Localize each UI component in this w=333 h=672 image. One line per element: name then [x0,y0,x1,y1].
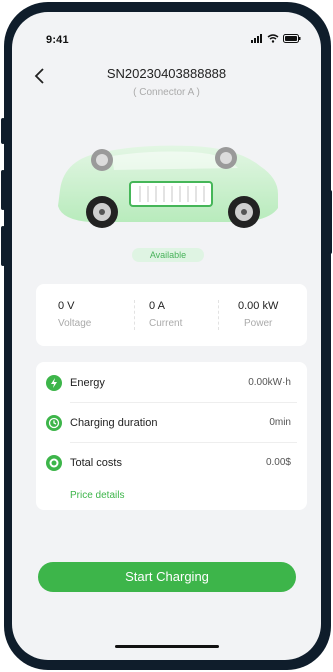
costs-value: 0.00$ [265,457,291,468]
costs-label: Total costs [70,457,122,469]
energy-label: Energy [70,377,105,389]
voltage-label: Voltage [58,318,92,329]
status-icons [251,34,301,43]
row-divider [70,402,297,403]
duration-label: Charging duration [70,417,158,429]
side-button-volume-up [1,170,5,210]
power-label: Power [244,318,273,329]
side-button-volume-down [1,226,5,266]
duration-value: 0min [269,417,291,428]
home-indicator [115,645,219,648]
status-bar: 9:41 [12,12,321,48]
metrics-card: 0 V Voltage 0 A Current 0.00 kW Power [36,284,307,346]
metric-voltage: 0 V Voltage [58,300,91,329]
detail-row-energy: Energy 0.00kW·h [46,372,297,394]
clock-icon [46,415,62,431]
status-time: 9:41 [46,34,69,46]
battery-icon [283,34,301,43]
side-button-mute [1,118,5,144]
detail-row-duration: Charging duration 0min [46,412,297,434]
price-details-link[interactable]: Price details [70,490,124,501]
wifi-icon [267,34,279,43]
voltage-value: 0 V [58,300,75,312]
current-label: Current [149,318,183,329]
metric-divider [218,300,219,330]
metric-current: 0 A Current [149,300,182,329]
current-value: 0 A [149,300,165,312]
details-card: Energy 0.00kW·h Charging duration 0min T… [36,362,307,510]
app-screen: 9:41 SN20230403888888 ( Connector A ) Av… [12,12,321,660]
coin-icon [46,455,62,471]
start-charging-button[interactable]: Start Charging [38,562,296,592]
metric-divider [134,300,135,330]
status-badge: Available [132,248,204,262]
power-value: 0.00 kW [238,300,279,312]
lightning-icon [46,375,62,391]
energy-value: 0.00kW·h [248,377,291,388]
page-title: SN20230403888888 [106,66,227,81]
connector-subtitle: ( Connector A ) [133,87,200,98]
row-divider [70,442,297,443]
detail-row-costs: Total costs 0.00$ [46,452,297,474]
metric-power: 0.00 kW Power [238,300,278,329]
car-illustration [58,145,278,228]
signal-icon [251,34,262,43]
side-button-power [328,190,332,254]
